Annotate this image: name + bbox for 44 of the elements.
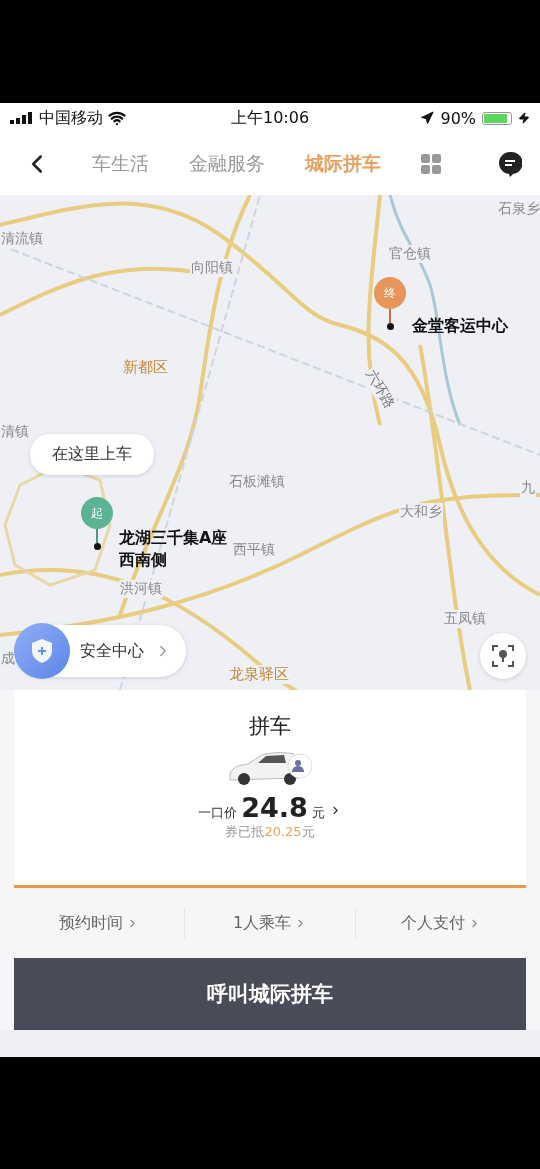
place-label: 洪河镇 bbox=[119, 580, 163, 598]
locate-button[interactable] bbox=[480, 633, 526, 679]
charging-icon bbox=[518, 112, 530, 124]
nav-tab[interactable]: 金融服务 bbox=[189, 151, 265, 177]
place-label: 五凤镇 bbox=[443, 610, 487, 628]
ride-type-title: 拼车 bbox=[249, 713, 291, 740]
place-label: 清流镇 bbox=[0, 230, 44, 248]
price-value: 24.8 bbox=[241, 792, 308, 823]
pickup-bubble: 在这里上车 bbox=[30, 434, 154, 475]
place-label: 清镇 bbox=[0, 423, 30, 441]
location-arrow-icon bbox=[420, 111, 435, 125]
ride-option-card[interactable]: 拼车 一口价 24.8 元 券已抵20.25元 bbox=[14, 690, 526, 888]
nav-tab[interactable]: 车生活 bbox=[92, 151, 149, 177]
price-label: 一口价 bbox=[198, 804, 238, 822]
call-ride-button[interactable]: 呼叫城际拼车 bbox=[14, 958, 526, 1030]
destination-name: 金堂客运中心 bbox=[412, 315, 508, 337]
battery-percent: 90% bbox=[440, 108, 476, 128]
signal-icon bbox=[10, 112, 34, 124]
status-time: 上午10:06 bbox=[230, 107, 310, 129]
place-label: 石板滩镇 bbox=[228, 473, 286, 491]
option-button[interactable]: 1人乘车 bbox=[184, 908, 355, 938]
option-button[interactable]: 预约时间 bbox=[14, 908, 184, 938]
place-label: 向阳镇 bbox=[190, 259, 234, 277]
place-label: 九 bbox=[520, 479, 536, 497]
place-label: 新都区 bbox=[122, 358, 169, 377]
place-label: 成 bbox=[0, 650, 16, 668]
coupon-discount-text: 券已抵20.25元 bbox=[225, 823, 315, 841]
battery-icon bbox=[482, 111, 512, 125]
grid-icon[interactable] bbox=[421, 154, 441, 174]
pickup-name: 龙湖三千集A座西南侧 bbox=[119, 527, 229, 572]
carrier-name: 中国移动 bbox=[39, 107, 103, 129]
wifi-icon bbox=[108, 109, 126, 127]
shield-icon bbox=[31, 638, 53, 664]
place-label: 石泉乡 bbox=[497, 200, 540, 218]
safety-center-button[interactable]: 安全中心 bbox=[16, 625, 186, 677]
place-label: 西平镇 bbox=[232, 541, 276, 559]
place-label: 官仓镇 bbox=[388, 245, 432, 263]
car-icon bbox=[228, 750, 312, 788]
place-label: 大和乡 bbox=[399, 503, 443, 521]
price-unit: 元 bbox=[311, 804, 325, 822]
locate-icon bbox=[492, 645, 514, 667]
place-label: 龙泉驿区 bbox=[228, 665, 290, 684]
option-button[interactable]: 个人支付 bbox=[355, 908, 526, 938]
message-icon[interactable] bbox=[498, 151, 522, 177]
